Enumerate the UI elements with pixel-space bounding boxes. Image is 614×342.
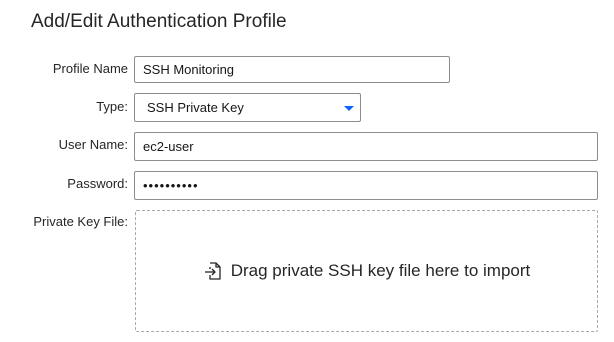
type-label: Type: xyxy=(96,99,128,114)
file-import-icon xyxy=(203,261,223,281)
type-select[interactable]: SSH Private Key xyxy=(134,93,361,122)
private-key-dropzone[interactable]: Drag private SSH key file here to import xyxy=(135,210,598,332)
chevron-down-icon xyxy=(344,106,354,111)
user-name-input[interactable] xyxy=(134,132,598,161)
profile-name-input[interactable] xyxy=(134,56,450,83)
profile-name-label: Profile Name xyxy=(52,61,128,76)
password-label: Password: xyxy=(67,176,128,191)
dialog-title: Add/Edit Authentication Profile xyxy=(31,11,287,32)
dropzone-text: Drag private SSH key file here to import xyxy=(230,261,531,280)
password-input[interactable] xyxy=(134,171,598,200)
private-key-file-label: Private Key File: xyxy=(33,214,128,229)
type-select-value: SSH Private Key xyxy=(147,100,244,115)
user-name-label: User Name: xyxy=(58,137,128,152)
